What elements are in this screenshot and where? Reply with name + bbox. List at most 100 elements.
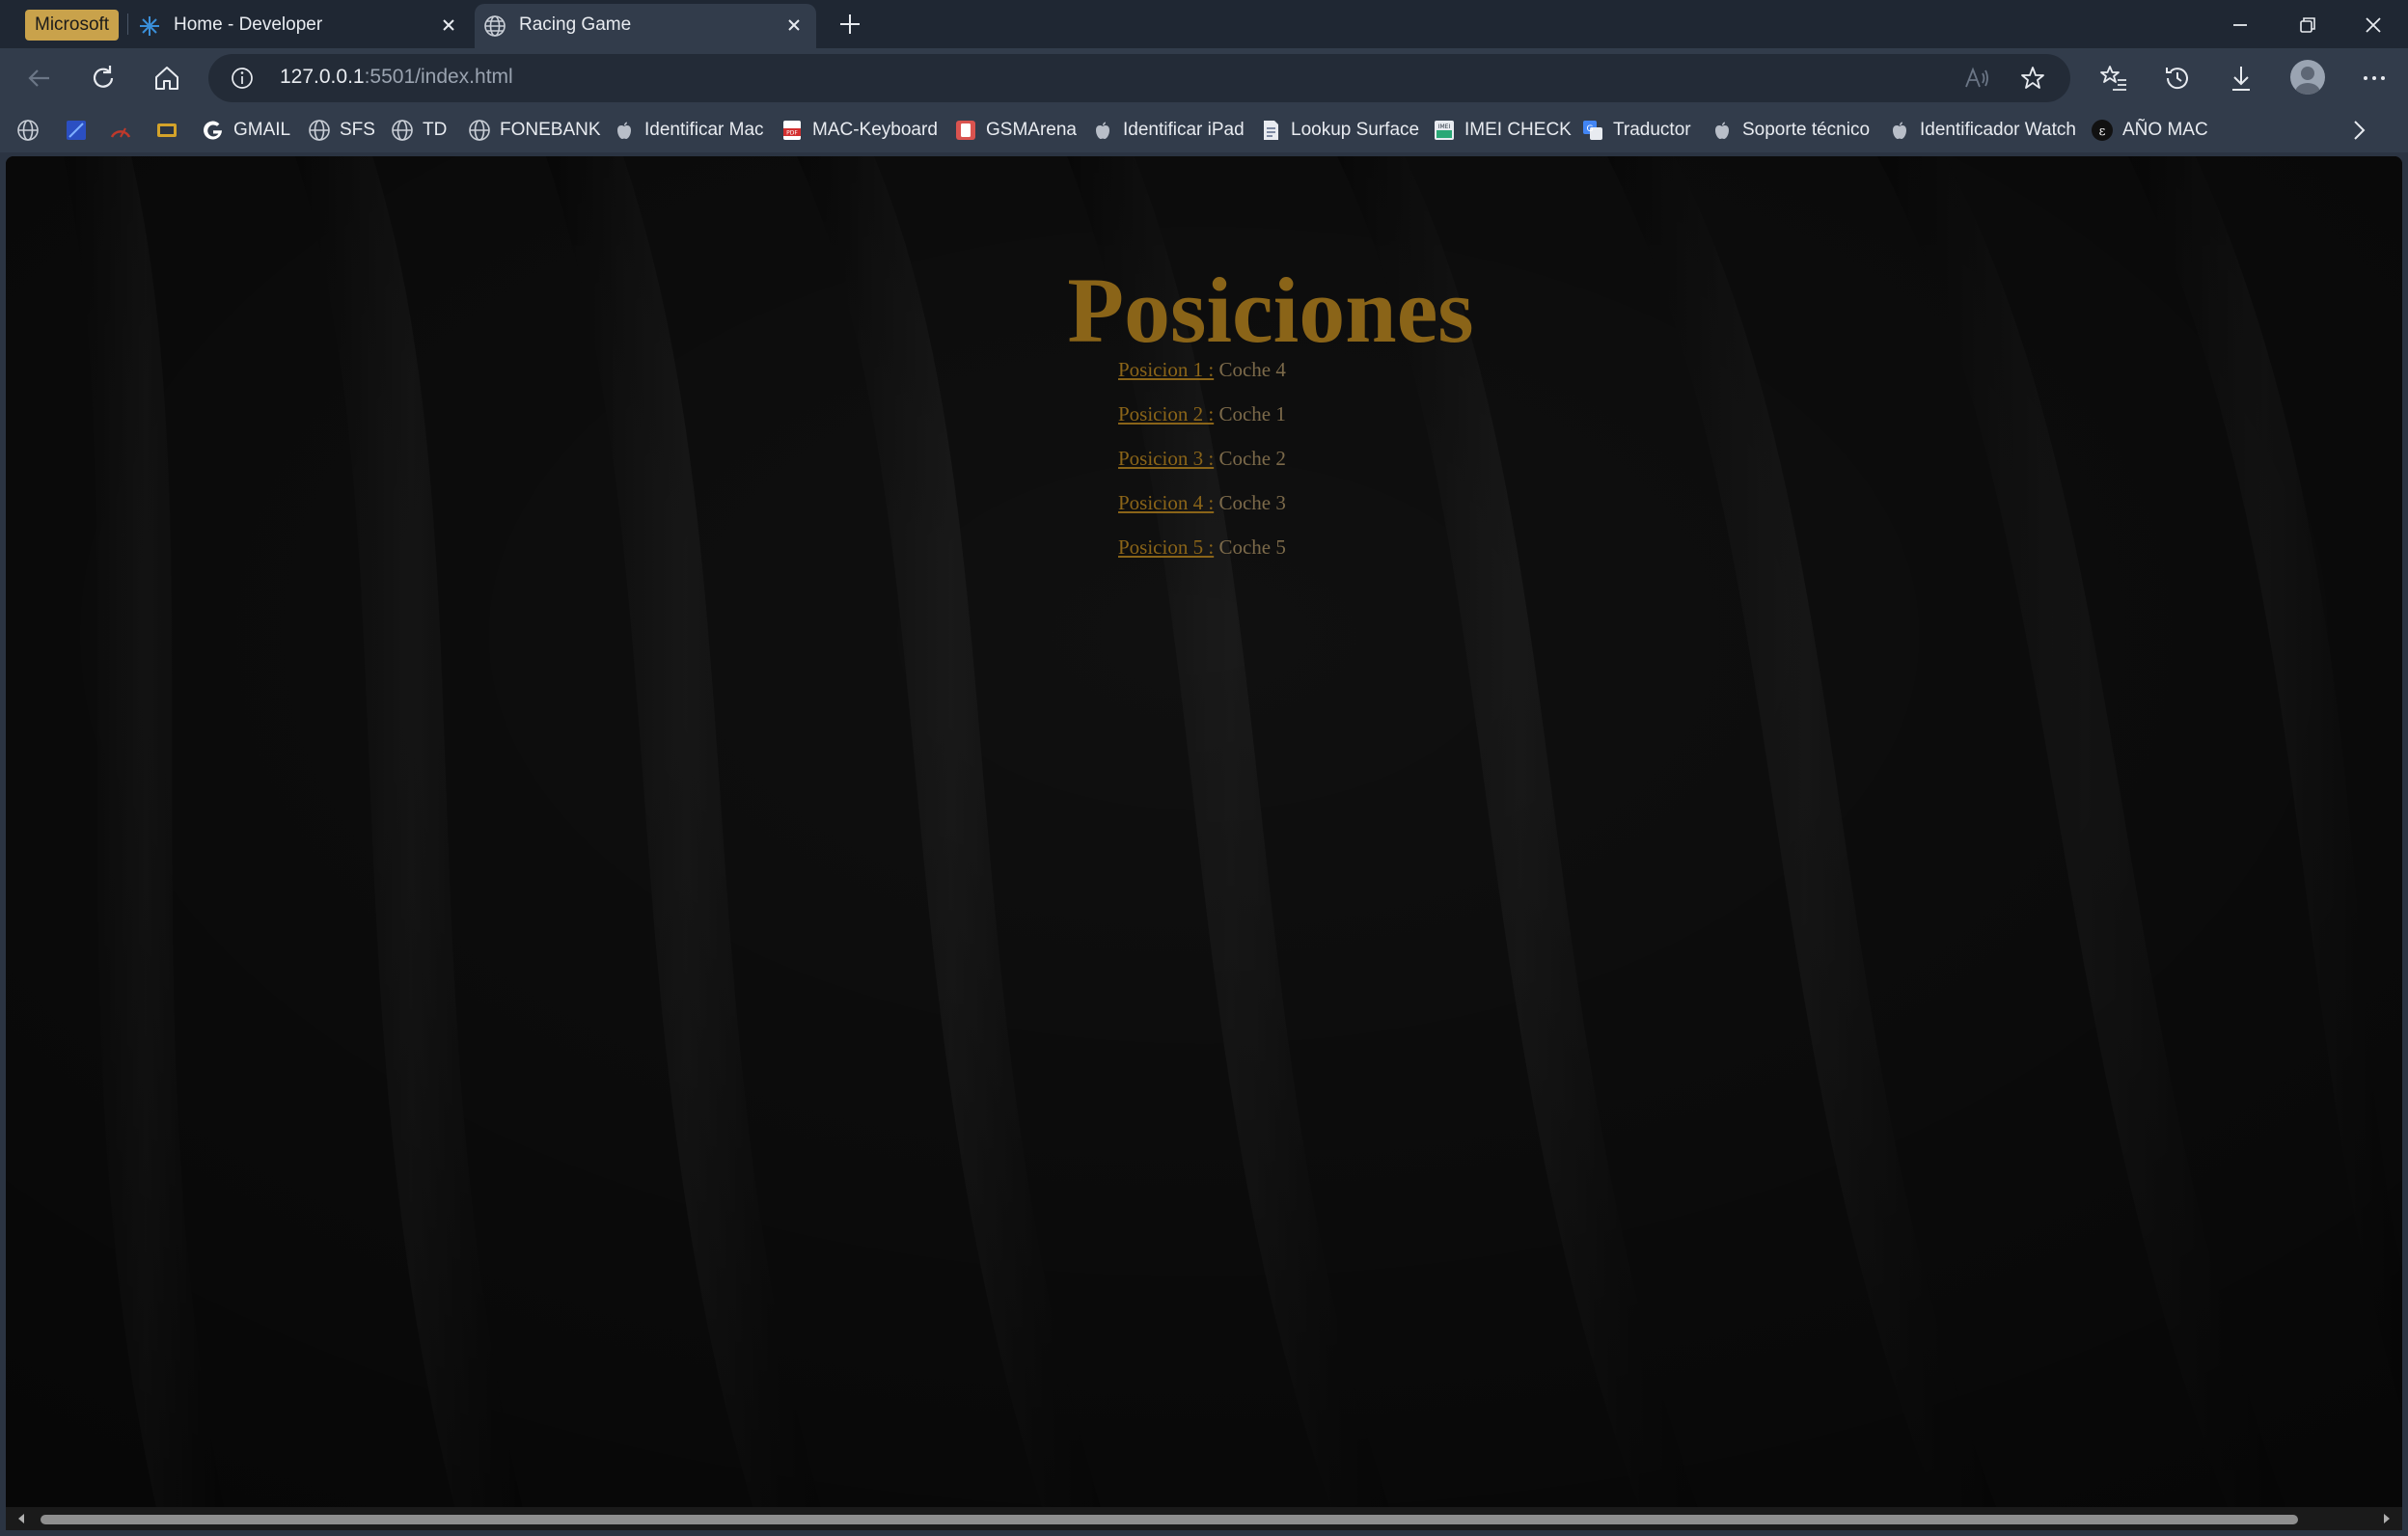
profile-chip[interactable]: Microsoft — [25, 10, 120, 41]
favorite-mb[interactable] — [154, 116, 187, 145]
close-window-icon[interactable] — [2356, 8, 2391, 42]
favorite-globe[interactable] — [15, 116, 48, 145]
favorite-identificar-mac[interactable]: Identificar Mac — [612, 116, 764, 145]
position-link[interactable]: Posicion 4 : — [1118, 491, 1214, 514]
favorite-soporte-tecnico[interactable]: Soporte técnico — [1710, 116, 1870, 145]
toolbar: 127.0.0.1:5501/index.html — [0, 48, 2408, 108]
apple-icon — [1096, 122, 1109, 139]
read-aloud-icon[interactable] — [1962, 65, 1989, 92]
favorite-label: SFS — [340, 120, 375, 140]
close-tab-icon[interactable] — [781, 13, 807, 38]
tab-title: Racing Game — [519, 14, 632, 35]
favorite-fonebank[interactable]: FONEBANK — [467, 116, 601, 145]
download-icon[interactable] — [2225, 62, 2258, 95]
favorite-td[interactable]: TD — [390, 116, 447, 145]
refresh-icon[interactable] — [87, 62, 120, 95]
url-text[interactable]: 127.0.0.1:5501/index.html — [280, 66, 513, 89]
close-tab-icon[interactable] — [436, 13, 461, 38]
position-car: Coche 4 — [1218, 358, 1286, 381]
developer-icon — [140, 16, 159, 36]
favorite-gmail[interactable]: GMAIL — [201, 116, 290, 145]
document-icon — [1264, 121, 1278, 140]
position-link[interactable]: Posicion 1 : — [1118, 358, 1214, 381]
apple-icon — [1893, 122, 1906, 139]
globe-icon — [392, 120, 413, 141]
chevron-right-icon[interactable] — [2344, 116, 2373, 145]
favorite-label: Soporte técnico — [1742, 120, 1871, 140]
back-icon[interactable] — [23, 62, 56, 95]
favorite-label: TD — [423, 120, 448, 140]
person-icon — [2295, 67, 2320, 95]
apple-icon — [1715, 122, 1729, 139]
position-link[interactable]: Posicion 2 : — [1118, 402, 1214, 425]
favorite-ano-mac[interactable]: ε AÑO MAC — [2090, 116, 2208, 145]
page-title: Posiciones — [1067, 259, 1474, 362]
position-car: Coche 5 — [1218, 535, 1286, 559]
favorite-identificar-ipad[interactable]: Identificar iPad — [1090, 116, 1245, 145]
add-favorite-icon[interactable] — [2018, 64, 2047, 93]
favorite-label: MAC-Keyboard — [812, 120, 938, 140]
history-icon[interactable] — [2161, 62, 2194, 95]
tab-home-developer[interactable]: Home - Developer — [129, 4, 471, 48]
scrollbar-thumb[interactable] — [41, 1515, 2298, 1524]
favorite-label: Traductor — [1613, 120, 1691, 140]
imei-icon: IMEI — [1435, 121, 1454, 140]
favorite-label: Lookup Surface — [1291, 120, 1420, 140]
speed-gauge-icon — [110, 127, 131, 138]
minimize-icon[interactable] — [2223, 8, 2258, 42]
tab-racing-game[interactable]: Racing Game — [475, 4, 816, 48]
svg-text:G: G — [1587, 124, 1594, 134]
svg-text:IMEI: IMEI — [1438, 123, 1451, 130]
position-car: Coche 3 — [1218, 491, 1286, 514]
favorites-icon[interactable] — [2097, 62, 2130, 95]
favorite-label: GSMArena — [986, 120, 1077, 140]
position-row: Posicion 5 : Coche 5 — [1118, 535, 1286, 579]
position-link[interactable]: Posicion 3 : — [1118, 447, 1214, 470]
scroll-left-icon[interactable] — [14, 1511, 29, 1526]
site-info-icon[interactable] — [230, 66, 255, 91]
favorite-label: Identificar Mac — [644, 120, 764, 140]
favorite-app[interactable] — [64, 116, 96, 145]
url-host: 127.0.0.1 — [280, 66, 365, 88]
apple-icon — [617, 122, 631, 139]
home-icon[interactable] — [150, 62, 183, 95]
position-row: Posicion 4 : Coche 3 — [1118, 490, 1286, 535]
favorite-lookup-surface[interactable]: Lookup Surface — [1258, 116, 1419, 145]
favorite-traductor[interactable]: G Traductor — [1580, 116, 1691, 145]
favorite-gsmarena[interactable]: GSMArena — [953, 116, 1077, 145]
globe-icon — [484, 15, 506, 37]
favorite-imei-check[interactable]: IMEI IMEI CHECK — [1432, 116, 1572, 145]
position-row: Posicion 3 : Coche 2 — [1118, 446, 1286, 490]
globe-icon — [17, 120, 39, 141]
page-viewport: Posiciones Posicion 1 : Coche 4 Posicion… — [6, 156, 2402, 1524]
mb-icon — [157, 123, 177, 137]
scroll-right-icon[interactable] — [2379, 1511, 2394, 1526]
positions-list: Posicion 1 : Coche 4 Posicion 2 : Coche … — [1118, 357, 1286, 579]
restore-icon[interactable] — [2290, 8, 2325, 42]
gsmarena-icon — [956, 121, 975, 140]
favorite-sfs[interactable]: SFS — [307, 116, 375, 145]
position-car: Coche 2 — [1218, 447, 1286, 470]
pdf-icon: PDF — [783, 121, 801, 140]
favorite-label: Identificar iPad — [1123, 120, 1245, 140]
new-tab-icon[interactable] — [835, 10, 864, 39]
globe-icon — [469, 120, 490, 141]
mac-year-icon: ε — [2092, 120, 2113, 141]
svg-text:ε: ε — [2099, 124, 2106, 139]
favorite-mac-keyboard[interactable]: PDF MAC-Keyboard — [780, 116, 938, 145]
app-blue-icon — [67, 121, 86, 140]
tab-title: Home - Developer — [174, 14, 323, 35]
translate-icon: G — [1583, 121, 1602, 140]
position-link[interactable]: Posicion 5 : — [1118, 535, 1214, 559]
tab-separator — [127, 14, 128, 35]
position-car: Coche 1 — [1218, 402, 1286, 425]
tab-strip: Microsoft Home - Developer Racing Game — [0, 0, 2408, 48]
horizontal-scrollbar[interactable] — [6, 1507, 2402, 1530]
favorite-identificador-watch[interactable]: Identificador Watch — [1887, 116, 2076, 145]
more-options-icon[interactable] — [2358, 62, 2391, 95]
profile-avatar[interactable] — [2290, 60, 2325, 95]
favorite-label: Identificador Watch — [1920, 120, 2076, 140]
google-icon — [204, 121, 222, 140]
address-bar[interactable]: 127.0.0.1:5501/index.html — [208, 54, 2070, 102]
favorite-speed[interactable] — [108, 116, 141, 145]
